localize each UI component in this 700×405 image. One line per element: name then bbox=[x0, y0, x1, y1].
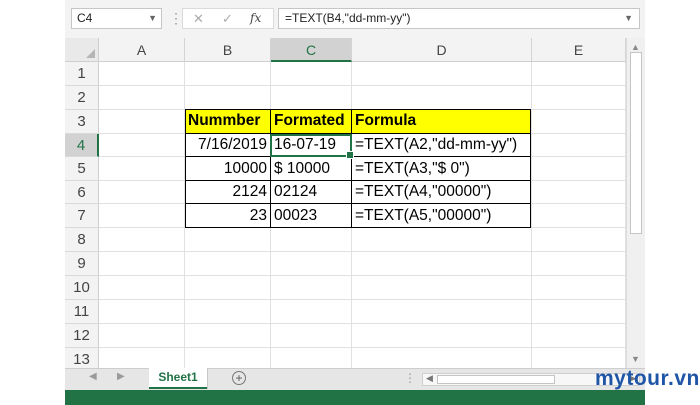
table-cell[interactable]: 23 bbox=[185, 204, 271, 228]
chevron-down-icon[interactable]: ▼ bbox=[148, 9, 157, 28]
column-header-b[interactable]: B bbox=[185, 38, 271, 62]
select-all-icon bbox=[86, 49, 95, 58]
row-header-11[interactable]: 11 bbox=[65, 300, 99, 324]
table-cell[interactable]: =TEXT(A4,"00000") bbox=[352, 181, 531, 204]
table-header-cell[interactable]: Formated bbox=[271, 109, 352, 134]
row-header-10[interactable]: 10 bbox=[65, 276, 99, 300]
table-cell[interactable]: 16-07-19 bbox=[271, 134, 352, 157]
row-header-7[interactable]: 7 bbox=[65, 204, 99, 228]
row-header-5[interactable]: 5 bbox=[65, 157, 99, 181]
table-cell[interactable]: 10000 bbox=[185, 157, 271, 181]
name-box-value: C4 bbox=[77, 11, 93, 25]
gridline bbox=[99, 299, 626, 300]
table-cell[interactable]: =TEXT(A5,"00000") bbox=[352, 204, 531, 228]
sheet-tab-bar: ◀ ▶ Sheet1 + ⋮ ◀ ▶ bbox=[65, 368, 645, 390]
scroll-up-icon[interactable]: ▲ bbox=[631, 42, 640, 52]
column-header-e[interactable]: E bbox=[532, 38, 626, 62]
table-cell[interactable]: =TEXT(A2,"dd-mm-yy") bbox=[352, 134, 531, 157]
close-icon[interactable]: ✕ bbox=[193, 9, 204, 28]
row-header-4[interactable]: 4 bbox=[65, 134, 99, 157]
gridline bbox=[99, 323, 626, 324]
formula-input[interactable]: =TEXT(B4,"dd-mm-yy") ▼ bbox=[278, 8, 640, 29]
gridline bbox=[99, 85, 626, 86]
drag-handle-icon[interactable]: ⋮ bbox=[169, 9, 183, 27]
gridline bbox=[99, 251, 626, 252]
formula-buttons: ✕ ✓ fx bbox=[182, 8, 274, 29]
row-header-1[interactable]: 1 bbox=[65, 62, 99, 86]
select-all-button[interactable] bbox=[65, 38, 99, 62]
table-cell[interactable]: =TEXT(A3,"$ 0") bbox=[352, 157, 531, 181]
gridline bbox=[99, 275, 626, 276]
insert-function-icon[interactable]: fx bbox=[250, 9, 261, 28]
formula-text: =TEXT(B4,"dd-mm-yy") bbox=[285, 11, 411, 25]
row-header-6[interactable]: 6 bbox=[65, 181, 99, 204]
table-cell[interactable]: 02124 bbox=[271, 181, 352, 204]
table-header-cell[interactable]: Formula bbox=[352, 109, 531, 134]
sheet-tab-sheet1[interactable]: Sheet1 bbox=[149, 368, 207, 389]
vertical-scroll-thumb[interactable] bbox=[630, 52, 642, 234]
row-header-13[interactable]: 13 bbox=[65, 348, 99, 368]
name-box[interactable]: C4 ▼ bbox=[71, 8, 162, 29]
chevron-down-icon[interactable]: ▼ bbox=[624, 9, 633, 28]
watermark-text: mytour.vn bbox=[595, 367, 700, 390]
row-header-3[interactable]: 3 bbox=[65, 110, 99, 134]
column-header-a[interactable]: A bbox=[99, 38, 185, 62]
excel-window: C4 ▼ ⋮ ✕ ✓ fx =TEXT(B4,"dd-mm-yy") ▼ A B… bbox=[65, 0, 645, 405]
prev-sheet-icon[interactable]: ◀ bbox=[89, 371, 97, 382]
table-header-cell[interactable]: Nummber bbox=[185, 109, 271, 134]
gridline bbox=[99, 347, 626, 348]
row-header-8[interactable]: 8 bbox=[65, 228, 99, 252]
worksheet-grid[interactable]: A B C D E 1 2 3 4 5 6 7 8 9 10 11 12 13 bbox=[65, 38, 626, 368]
formula-bar: C4 ▼ ⋮ ✕ ✓ fx =TEXT(B4,"dd-mm-yy") ▼ bbox=[65, 0, 645, 38]
vertical-scrollbar[interactable]: ▲ ▼ bbox=[626, 38, 645, 368]
table-cell[interactable]: $ 10000 bbox=[271, 157, 352, 181]
watermark-logo: mytour.vn bbox=[589, 363, 700, 405]
table-cell[interactable]: 2124 bbox=[185, 181, 271, 204]
row-header-12[interactable]: 12 bbox=[65, 324, 99, 348]
check-icon[interactable]: ✓ bbox=[222, 9, 233, 28]
row-header-2[interactable]: 2 bbox=[65, 86, 99, 110]
add-sheet-icon[interactable]: + bbox=[232, 371, 246, 385]
row-header-9[interactable]: 9 bbox=[65, 252, 99, 276]
column-header-c[interactable]: C bbox=[271, 38, 352, 62]
status-bar bbox=[65, 390, 645, 405]
next-sheet-icon[interactable]: ▶ bbox=[117, 371, 125, 382]
tab-splitter-icon[interactable]: ⋮ bbox=[404, 371, 416, 385]
scroll-left-icon[interactable]: ◀ bbox=[426, 373, 433, 384]
table-cell[interactable]: 00023 bbox=[271, 204, 352, 228]
column-header-d[interactable]: D bbox=[352, 38, 532, 62]
horizontal-scroll-thumb[interactable] bbox=[437, 375, 555, 384]
table-cell[interactable]: 7/16/2019 bbox=[185, 134, 271, 157]
